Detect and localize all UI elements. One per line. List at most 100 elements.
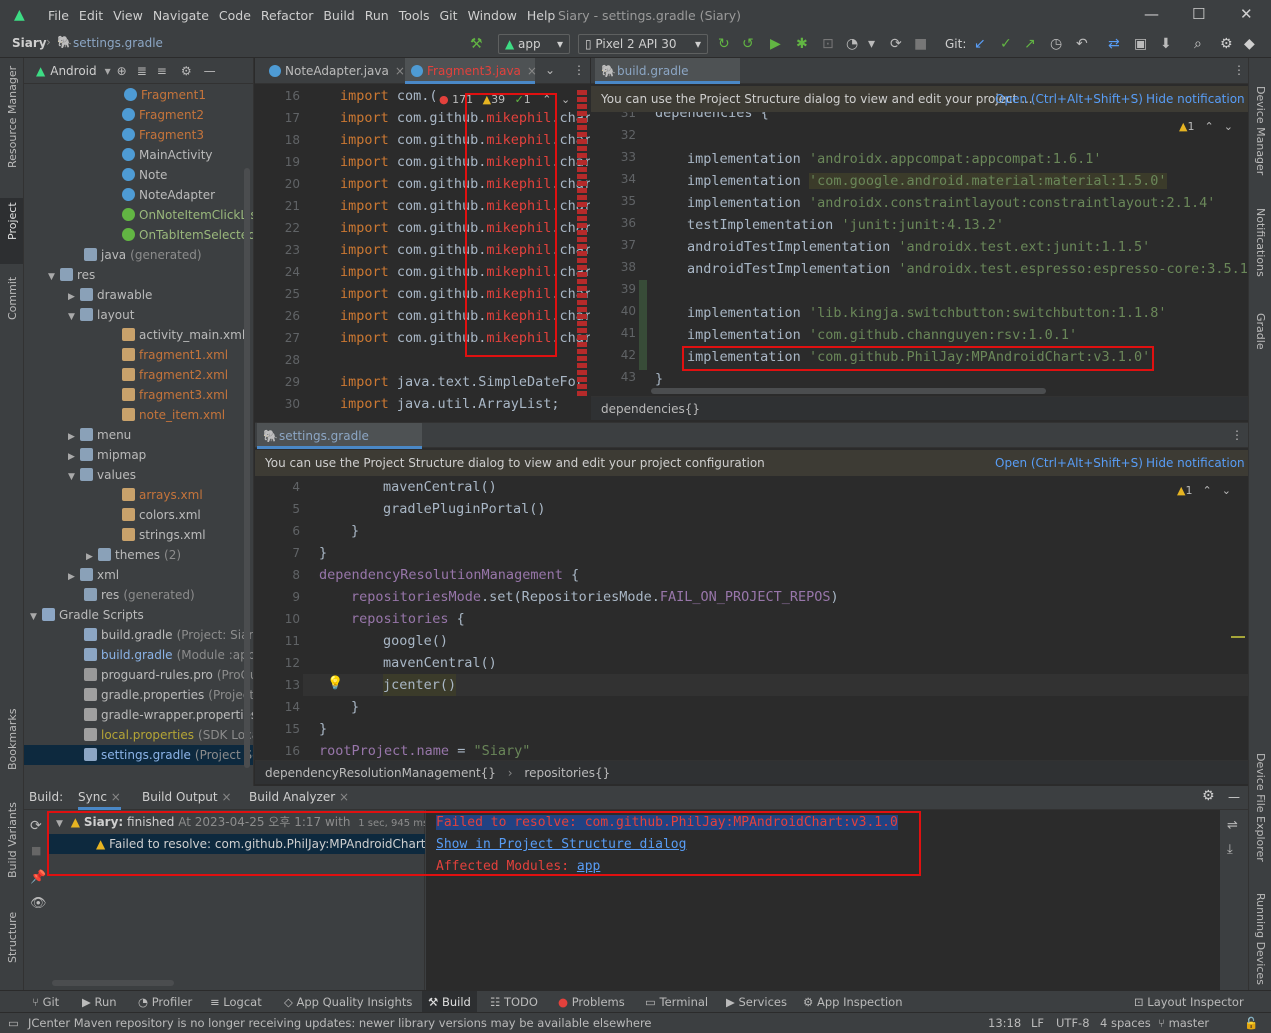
error-stripe-mark[interactable] [577, 293, 587, 298]
error-stripe-mark[interactable] [577, 321, 587, 326]
chevron-down-icon[interactable]: ▼ [68, 307, 80, 327]
sdk-manager-icon[interactable]: ⬇ [1160, 36, 1172, 52]
indent-setting[interactable]: 4 spaces [1100, 1016, 1151, 1030]
menu-tools[interactable]: Tools [399, 8, 430, 23]
breadcrumb-item[interactable]: dependencyResolutionManagement{} [265, 766, 496, 780]
tool-commit[interactable]: Commit [6, 277, 19, 320]
tree-item[interactable]: ▼ res [48, 265, 99, 285]
more-run-icon[interactable]: ▾ [868, 36, 875, 52]
close-icon[interactable]: × [111, 790, 121, 804]
restart-sync-icon[interactable]: ⟳ [30, 818, 42, 834]
tree-item[interactable]: java (generated) [84, 245, 202, 265]
tree-item[interactable]: proguard-rules.pro(ProGuard R [84, 665, 253, 685]
error-stripe-mark[interactable] [577, 160, 587, 165]
tree-item[interactable]: ▶ drawable [68, 285, 156, 305]
menu-help[interactable]: Help [527, 8, 556, 23]
stop-icon[interactable]: ■ [31, 844, 41, 857]
locate-icon[interactable]: ⊕ [117, 64, 127, 78]
error-stripe-mark[interactable] [577, 139, 587, 144]
error-stripe-mark[interactable] [577, 300, 587, 305]
tree-item[interactable]: Fragment3 [122, 125, 208, 145]
error-stripe-mark[interactable] [577, 195, 587, 200]
tool-logcat[interactable]: ≡ Logcat [210, 995, 262, 1009]
tree-item[interactable]: gradle.properties(Project Prope [84, 685, 253, 705]
tree-item[interactable]: fragment2.xml [122, 365, 232, 385]
project-view-select[interactable]: Android [50, 64, 96, 78]
expand-all-icon[interactable]: ≣ [137, 64, 147, 78]
tree-item[interactable]: res (generated) [84, 585, 195, 605]
error-stripe-mark[interactable] [577, 272, 587, 277]
assistant-icon[interactable]: ◆ [1244, 36, 1255, 52]
tree-item[interactable]: Fragment1 [124, 85, 210, 105]
tool-run[interactable]: ▶ Run [82, 995, 117, 1009]
error-stripe-mark[interactable] [577, 104, 587, 109]
git-push-icon[interactable]: ↗ [1024, 36, 1036, 52]
status-message[interactable]: JCenter Maven repository is no longer re… [28, 1016, 652, 1030]
git-branch-widget[interactable]: ⑂ master [1158, 1016, 1209, 1030]
file-encoding[interactable]: UTF-8 [1056, 1016, 1090, 1030]
menu-run[interactable]: Run [365, 8, 389, 23]
chevron-right-icon[interactable]: ▶ [68, 447, 80, 467]
more-options-icon[interactable]: ⋮ [573, 63, 585, 77]
tool-services[interactable]: ▶ Services [726, 995, 787, 1009]
tab-build-output[interactable]: Build Output × [142, 790, 232, 804]
error-stripe[interactable] [577, 90, 589, 420]
soft-wrap-icon[interactable]: ⇌ [1227, 818, 1238, 833]
error-stripe-mark[interactable] [577, 370, 587, 375]
tool-device-file-explorer[interactable]: Device File Explorer [1254, 753, 1267, 862]
error-stripe-mark[interactable] [577, 265, 587, 270]
error-stripe-mark[interactable] [577, 363, 587, 368]
menu-window[interactable]: Window [468, 8, 517, 23]
error-stripe-mark[interactable] [577, 244, 587, 249]
error-stripe-mark[interactable] [577, 230, 587, 235]
error-stripe-mark[interactable] [577, 384, 587, 389]
collapse-all-icon[interactable]: ≡ [157, 64, 167, 78]
menu-code[interactable]: Code [219, 8, 251, 23]
device-manager-icon[interactable]: ▣ [1134, 36, 1147, 52]
close-icon[interactable]: × [221, 790, 231, 804]
stop-icon[interactable]: ■ [914, 36, 927, 52]
gradle-sync-icon[interactable]: ⇄ [1108, 36, 1120, 52]
tool-git[interactable]: ⑂ Git [32, 995, 59, 1009]
project-scrollbar[interactable] [244, 168, 250, 768]
minimize-icon[interactable]: — [1144, 5, 1159, 23]
chevron-right-icon[interactable]: ▶ [68, 287, 80, 307]
menu-edit[interactable]: Edit [79, 8, 103, 23]
tree-item[interactable]: ▶ xml [68, 565, 123, 585]
git-update-icon[interactable]: ↙ [974, 36, 986, 52]
chevron-down-icon[interactable]: ⌄ [1224, 120, 1233, 133]
sync-icon[interactable]: ⟳ [890, 36, 902, 52]
error-stripe-mark[interactable] [577, 118, 587, 123]
profile-icon[interactable]: ◔ [846, 36, 858, 52]
breadcrumb-item[interactable]: dependencies{} [601, 402, 700, 416]
tool-profiler[interactable]: ◔ Profiler [138, 995, 192, 1009]
chevron-down-icon[interactable]: ⌄ [1222, 484, 1231, 497]
menu-navigate[interactable]: Navigate [153, 8, 209, 23]
menu-git[interactable]: Git [440, 8, 458, 23]
gear-icon[interactable]: ⚙ [1220, 36, 1233, 52]
git-rollback-icon[interactable]: ↶ [1076, 36, 1088, 52]
warning-stripe-mark[interactable] [1231, 636, 1245, 638]
tree-item[interactable]: arrays.xml [122, 485, 207, 505]
hide-panel-icon[interactable]: — [1228, 790, 1240, 804]
gear-icon[interactable]: ⚙ [1202, 788, 1215, 804]
tree-item[interactable]: build.gradle(Project: Siary) [84, 625, 253, 645]
h-scrollbar[interactable] [651, 388, 1046, 394]
apply-code-changes-icon[interactable]: ↺ [742, 36, 754, 52]
tree-item[interactable]: ▶ themes (2) [86, 545, 181, 565]
caret-position[interactable]: 13:18 [988, 1016, 1021, 1030]
error-stripe-mark[interactable] [577, 251, 587, 256]
menu-file[interactable]: File [48, 8, 69, 23]
scroll-to-end-icon[interactable]: ⤓ [1227, 842, 1233, 857]
error-stripe-mark[interactable] [577, 174, 587, 179]
gear-icon[interactable]: ⚙ [181, 64, 192, 78]
tool-app-inspection[interactable]: ⚙ App Inspection [803, 995, 903, 1009]
device-select[interactable]: ▯ Pixel 2 API 30 ▾ [578, 34, 708, 54]
chevron-down-icon[interactable]: ⌄ [545, 63, 555, 77]
tool-notifications[interactable]: Notifications [1254, 208, 1267, 277]
run-icon[interactable]: ▶ [770, 36, 781, 52]
tool-terminal[interactable]: ▭ Terminal [645, 995, 708, 1009]
tree-item[interactable]: ▶ menu [68, 425, 135, 445]
error-stripe-mark[interactable] [577, 349, 587, 354]
warning-widget[interactable]: ▲1 ⌃ ⌄ [1177, 484, 1231, 497]
